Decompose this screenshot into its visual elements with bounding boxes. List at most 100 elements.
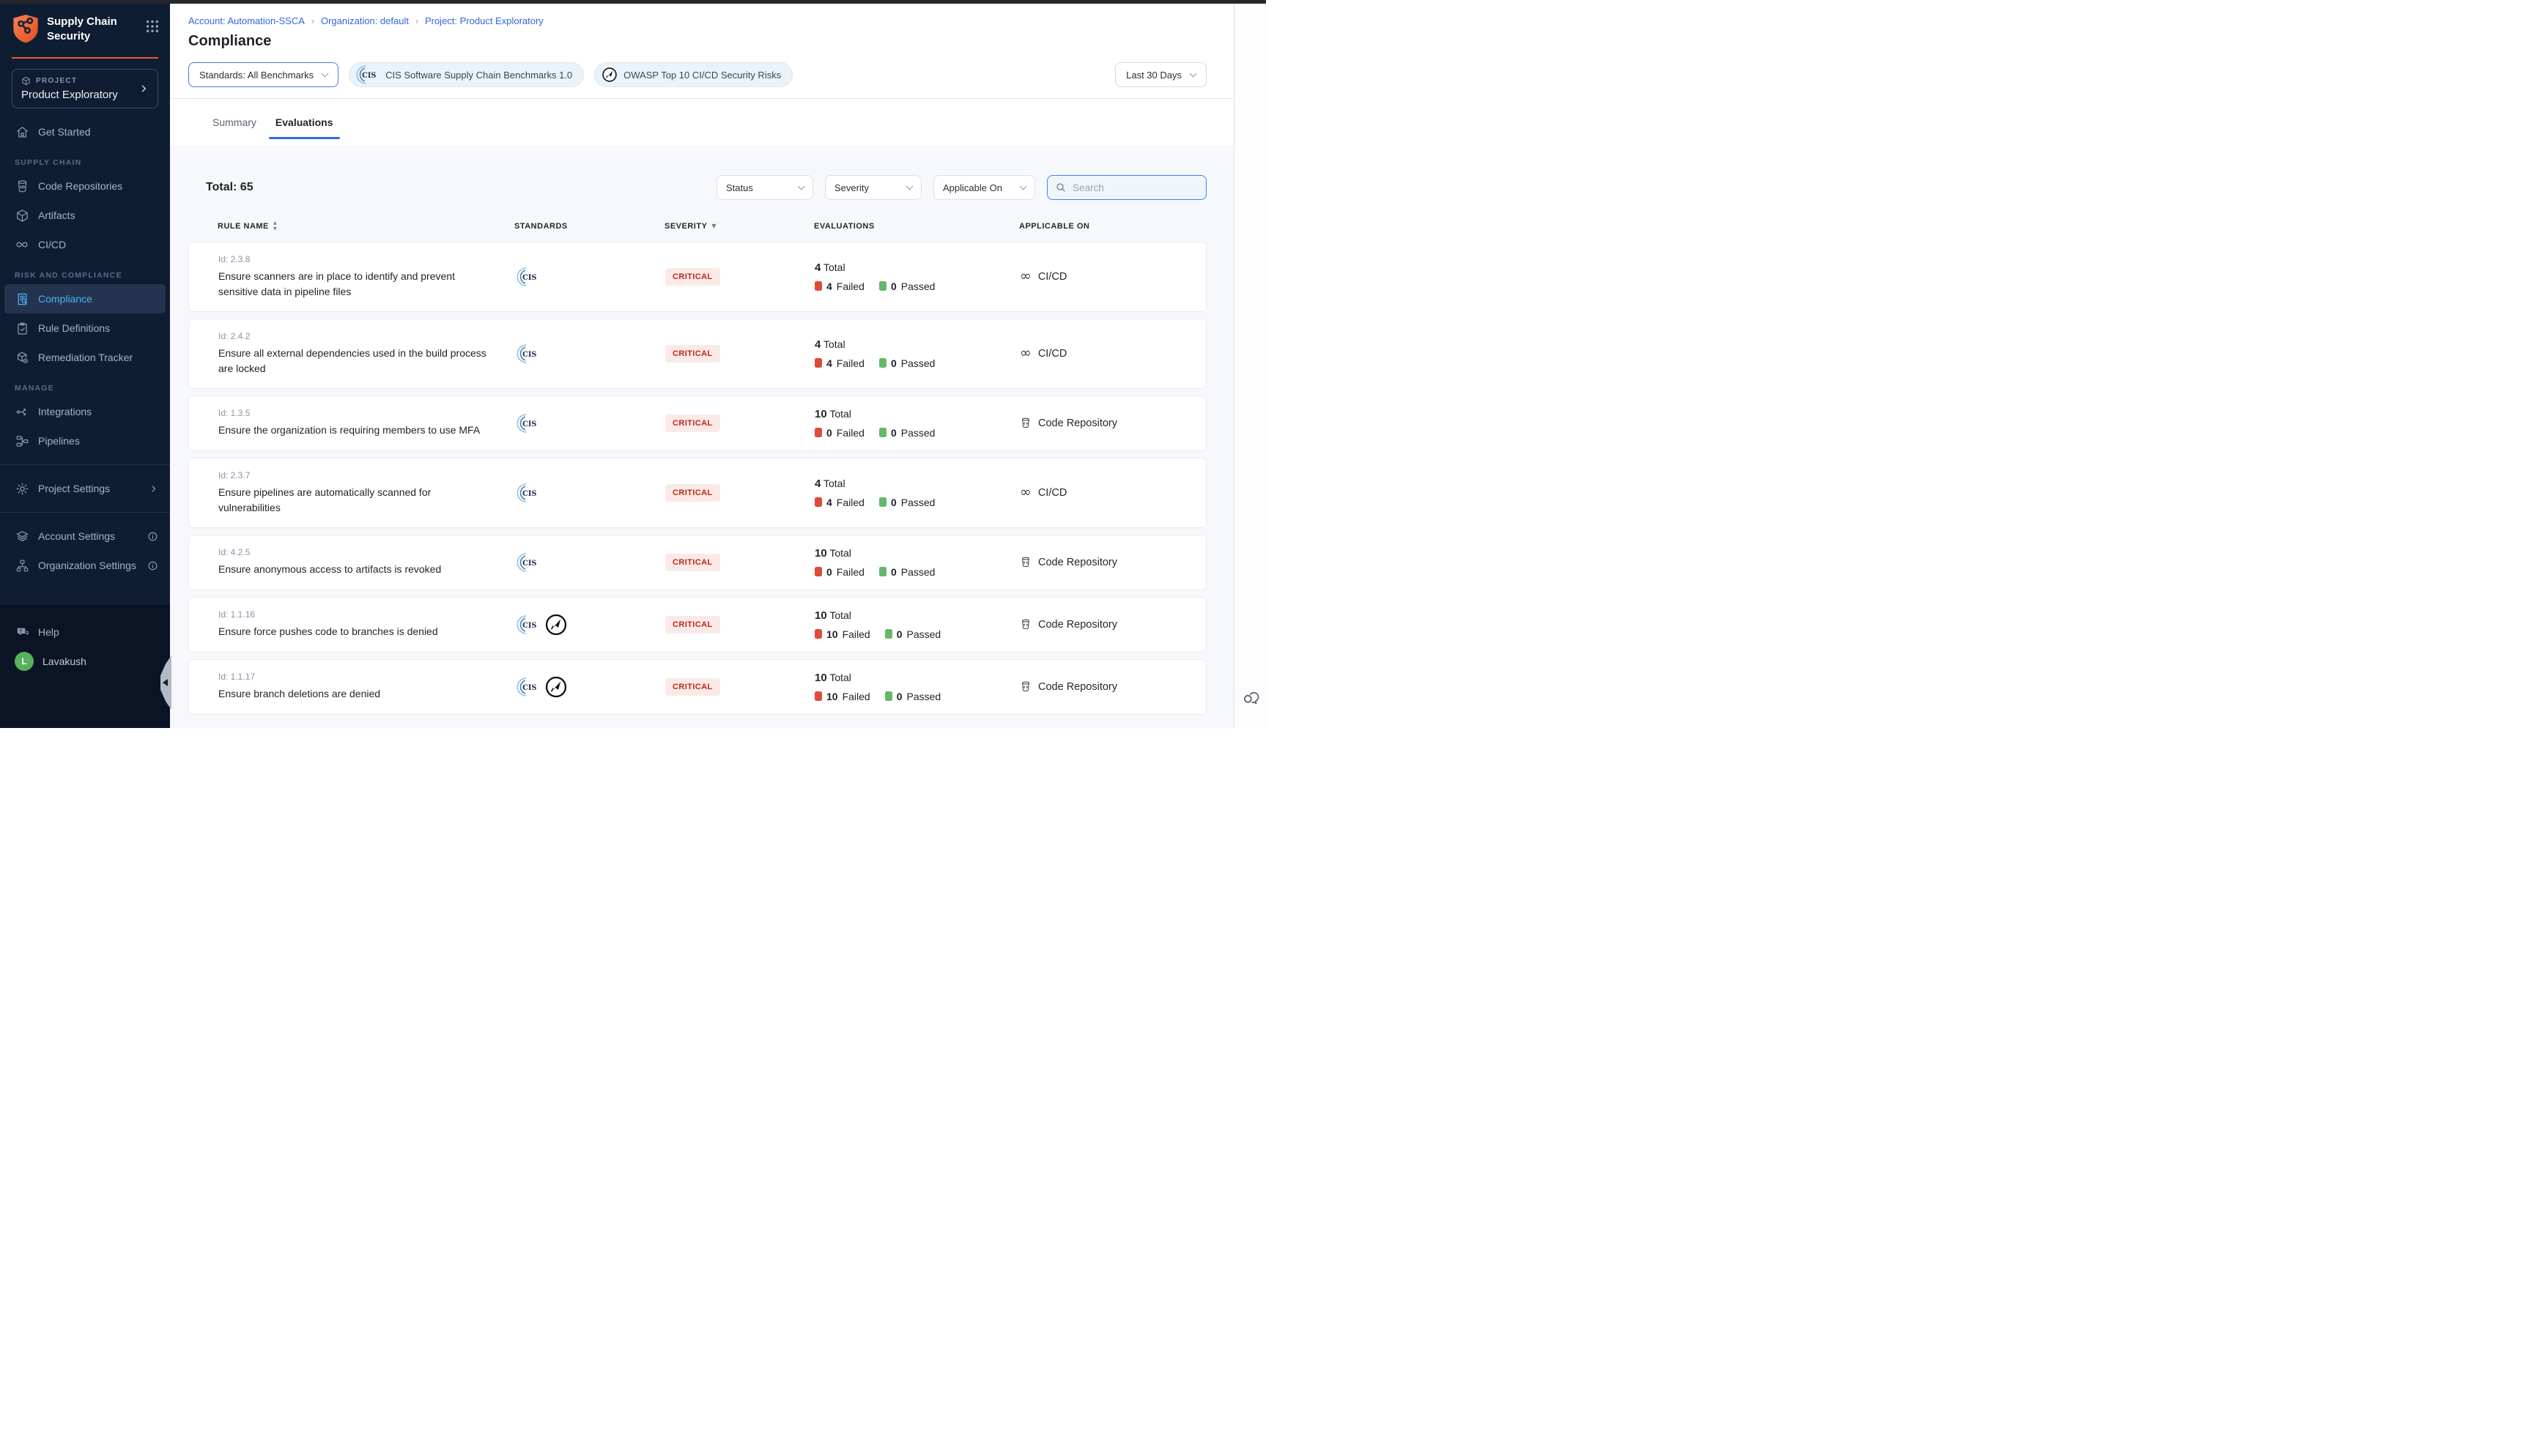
- sidebar-item-remediation-tracker[interactable]: Remediation Tracker: [0, 343, 170, 372]
- passed-indicator: [879, 281, 886, 291]
- table-row[interactable]: Id: 2.3.8 Ensure scanners are in place t…: [188, 242, 1207, 312]
- evaluations-cell: 4 Total 4 Failed 0 Passed: [815, 338, 1020, 369]
- help-label: Help: [38, 626, 59, 638]
- code-repository-icon: [1020, 680, 1032, 693]
- sidebar-item-account-settings[interactable]: Account Settings: [0, 521, 170, 551]
- sidebar-item-rule-definitions[interactable]: Rule Definitions: [0, 313, 170, 343]
- column-standards: STANDARDS: [514, 222, 665, 231]
- cicd-icon: ∞: [1020, 486, 1032, 499]
- rule-name: Ensure anonymous access to artifacts is …: [218, 562, 493, 577]
- standards-dropdown[interactable]: Standards: All Benchmarks: [188, 62, 338, 87]
- table-toolbar: Total: 65 Status Severity Applicable On: [170, 146, 1234, 200]
- toolbar-filters: Status Severity Applicable On: [717, 175, 1207, 200]
- status-filter-dropdown[interactable]: Status: [717, 175, 813, 200]
- applicable-on-filter-label: Applicable On: [943, 182, 1002, 193]
- date-range-dropdown[interactable]: Last 30 Days: [1115, 62, 1207, 87]
- search-input[interactable]: [1073, 182, 1199, 193]
- avatar: L: [15, 652, 34, 671]
- applicable-on-label: Code Repository: [1038, 619, 1117, 631]
- sidebar-item-pipelines[interactable]: Pipelines: [0, 426, 170, 456]
- applicable-on-filter-dropdown[interactable]: Applicable On: [933, 175, 1035, 200]
- sidebar-item-label: Integrations: [38, 406, 92, 417]
- rule-id: Id: 1.1.16: [218, 609, 515, 620]
- breadcrumb-account-link[interactable]: Account: Automation-SSCA: [188, 15, 305, 26]
- rule-id: Id: 2.3.7: [218, 470, 515, 480]
- sidebar-item-project-settings[interactable]: Project Settings: [0, 474, 170, 503]
- project-eyebrow-label: PROJECT: [36, 77, 77, 85]
- sidebar-item-organization-settings[interactable]: Organization Settings: [0, 551, 170, 580]
- app-grid-icon[interactable]: [145, 19, 160, 34]
- table-header: RULE NAME ▲▼ STANDARDS SEVERITY ▼ EVALUA…: [188, 220, 1207, 232]
- cis-standard-icon: CIS: [517, 265, 540, 289]
- layers-icon: [15, 530, 29, 543]
- table-row[interactable]: Id: 1.3.5 Ensure the organization is req…: [188, 395, 1207, 451]
- total-count-value: 10: [815, 408, 827, 420]
- sidebar-divider: [0, 512, 170, 513]
- sidebar-section-manage: MANAGE: [15, 384, 170, 393]
- page-title: Compliance: [170, 26, 1234, 50]
- table-row[interactable]: Id: 2.4.2 Ensure all external dependenci…: [188, 319, 1207, 389]
- sidebar-item-label: Compliance: [38, 293, 92, 305]
- table-row[interactable]: Id: 2.3.7 Ensure pipelines are automatic…: [188, 458, 1207, 528]
- status-filter-label: Status: [726, 182, 753, 193]
- user-menu[interactable]: L Lavakush: [0, 647, 170, 676]
- project-switcher[interactable]: PROJECT Product Exploratory: [12, 69, 158, 108]
- brand-header: Supply Chain Security: [0, 0, 170, 51]
- cis-benchmark-chip[interactable]: CIS CIS Software Supply Chain Benchmarks…: [349, 62, 584, 87]
- column-evaluations: EVALUATIONS: [814, 222, 1019, 231]
- column-rule-name[interactable]: RULE NAME ▲▼: [218, 220, 514, 232]
- rule-id: Id: 2.3.8: [218, 254, 515, 264]
- severity-badge: CRITICAL: [665, 554, 720, 571]
- applicable-on-cell: ∞ CI/CD: [1020, 270, 1191, 283]
- sidebar-item-compliance[interactable]: Compliance: [4, 284, 166, 313]
- table-row[interactable]: Id: 1.1.17 Ensure branch deletions are d…: [188, 659, 1207, 715]
- sidebar-section-risk-compliance: RISK AND COMPLIANCE: [15, 271, 170, 280]
- column-severity[interactable]: SEVERITY ▼: [665, 222, 814, 231]
- severity-cell: CRITICAL: [665, 484, 815, 502]
- severity-badge: CRITICAL: [665, 616, 720, 634]
- failed-count-value: 10: [826, 691, 838, 702]
- failed-indicator: [815, 281, 822, 291]
- right-gutter: [1234, 0, 1266, 728]
- sidebar-item-code-repositories[interactable]: Code Repositories: [0, 171, 170, 201]
- support-chat-icon[interactable]: [1242, 688, 1259, 709]
- owasp-standard-icon: [544, 675, 568, 699]
- chip-label: CIS Software Supply Chain Benchmarks 1.0: [385, 70, 572, 81]
- owasp-chip[interactable]: OWASP Top 10 CI/CD Security Risks: [594, 62, 793, 87]
- filter-bar: Standards: All Benchmarks CIS CIS Softwa…: [170, 50, 1234, 99]
- rule-name: Ensure the organization is requiring mem…: [218, 423, 493, 438]
- severity-cell: CRITICAL: [665, 554, 815, 571]
- artifacts-cube-icon: [15, 209, 29, 223]
- tab-evaluations[interactable]: Evaluations: [275, 116, 333, 128]
- table-row[interactable]: Id: 1.1.16 Ensure force pushes code to b…: [188, 597, 1207, 653]
- passed-indicator: [879, 428, 886, 437]
- breadcrumb-project-link[interactable]: Project: Product Exploratory: [425, 15, 544, 26]
- passed-count-value: 0: [891, 357, 897, 369]
- sidebar-item-artifacts[interactable]: Artifacts: [0, 201, 170, 230]
- sidebar-item-integrations[interactable]: Integrations: [0, 397, 170, 426]
- sidebar-section-supply-chain: SUPPLY CHAIN: [15, 158, 170, 167]
- svg-text:CIS: CIS: [522, 490, 536, 498]
- rule-name: Ensure pipelines are automatically scann…: [218, 485, 493, 516]
- breadcrumb-organization-link[interactable]: Organization: default: [321, 15, 409, 26]
- sidebar-item-cicd[interactable]: CI/CD: [0, 230, 170, 259]
- severity-filter-dropdown[interactable]: Severity: [825, 175, 922, 200]
- table-row[interactable]: Id: 4.2.5 Ensure anonymous access to art…: [188, 535, 1207, 590]
- help-button[interactable]: ? Help: [0, 617, 170, 647]
- failed-count-label: Failed: [837, 566, 865, 578]
- clipboard-check-icon: [15, 322, 29, 335]
- tab-summary[interactable]: Summary: [212, 116, 256, 128]
- cis-standard-icon: CIS: [517, 342, 540, 365]
- remediation-box-icon: [15, 351, 29, 365]
- passed-count-label: Passed: [901, 566, 936, 578]
- failed-indicator: [815, 691, 822, 701]
- rule-name: Ensure branch deletions are denied: [218, 686, 493, 702]
- severity-badge: CRITICAL: [665, 345, 720, 363]
- severity-badge: CRITICAL: [665, 415, 720, 432]
- chip-label: OWASP Top 10 CI/CD Security Risks: [623, 70, 781, 81]
- sidebar-item-get-started[interactable]: Get Started: [0, 117, 170, 146]
- failed-indicator: [815, 358, 822, 368]
- chevron-down-icon: [1020, 182, 1027, 190]
- total-count-value: 10: [815, 672, 827, 684]
- applicable-on-cell: Code Repository: [1020, 556, 1191, 568]
